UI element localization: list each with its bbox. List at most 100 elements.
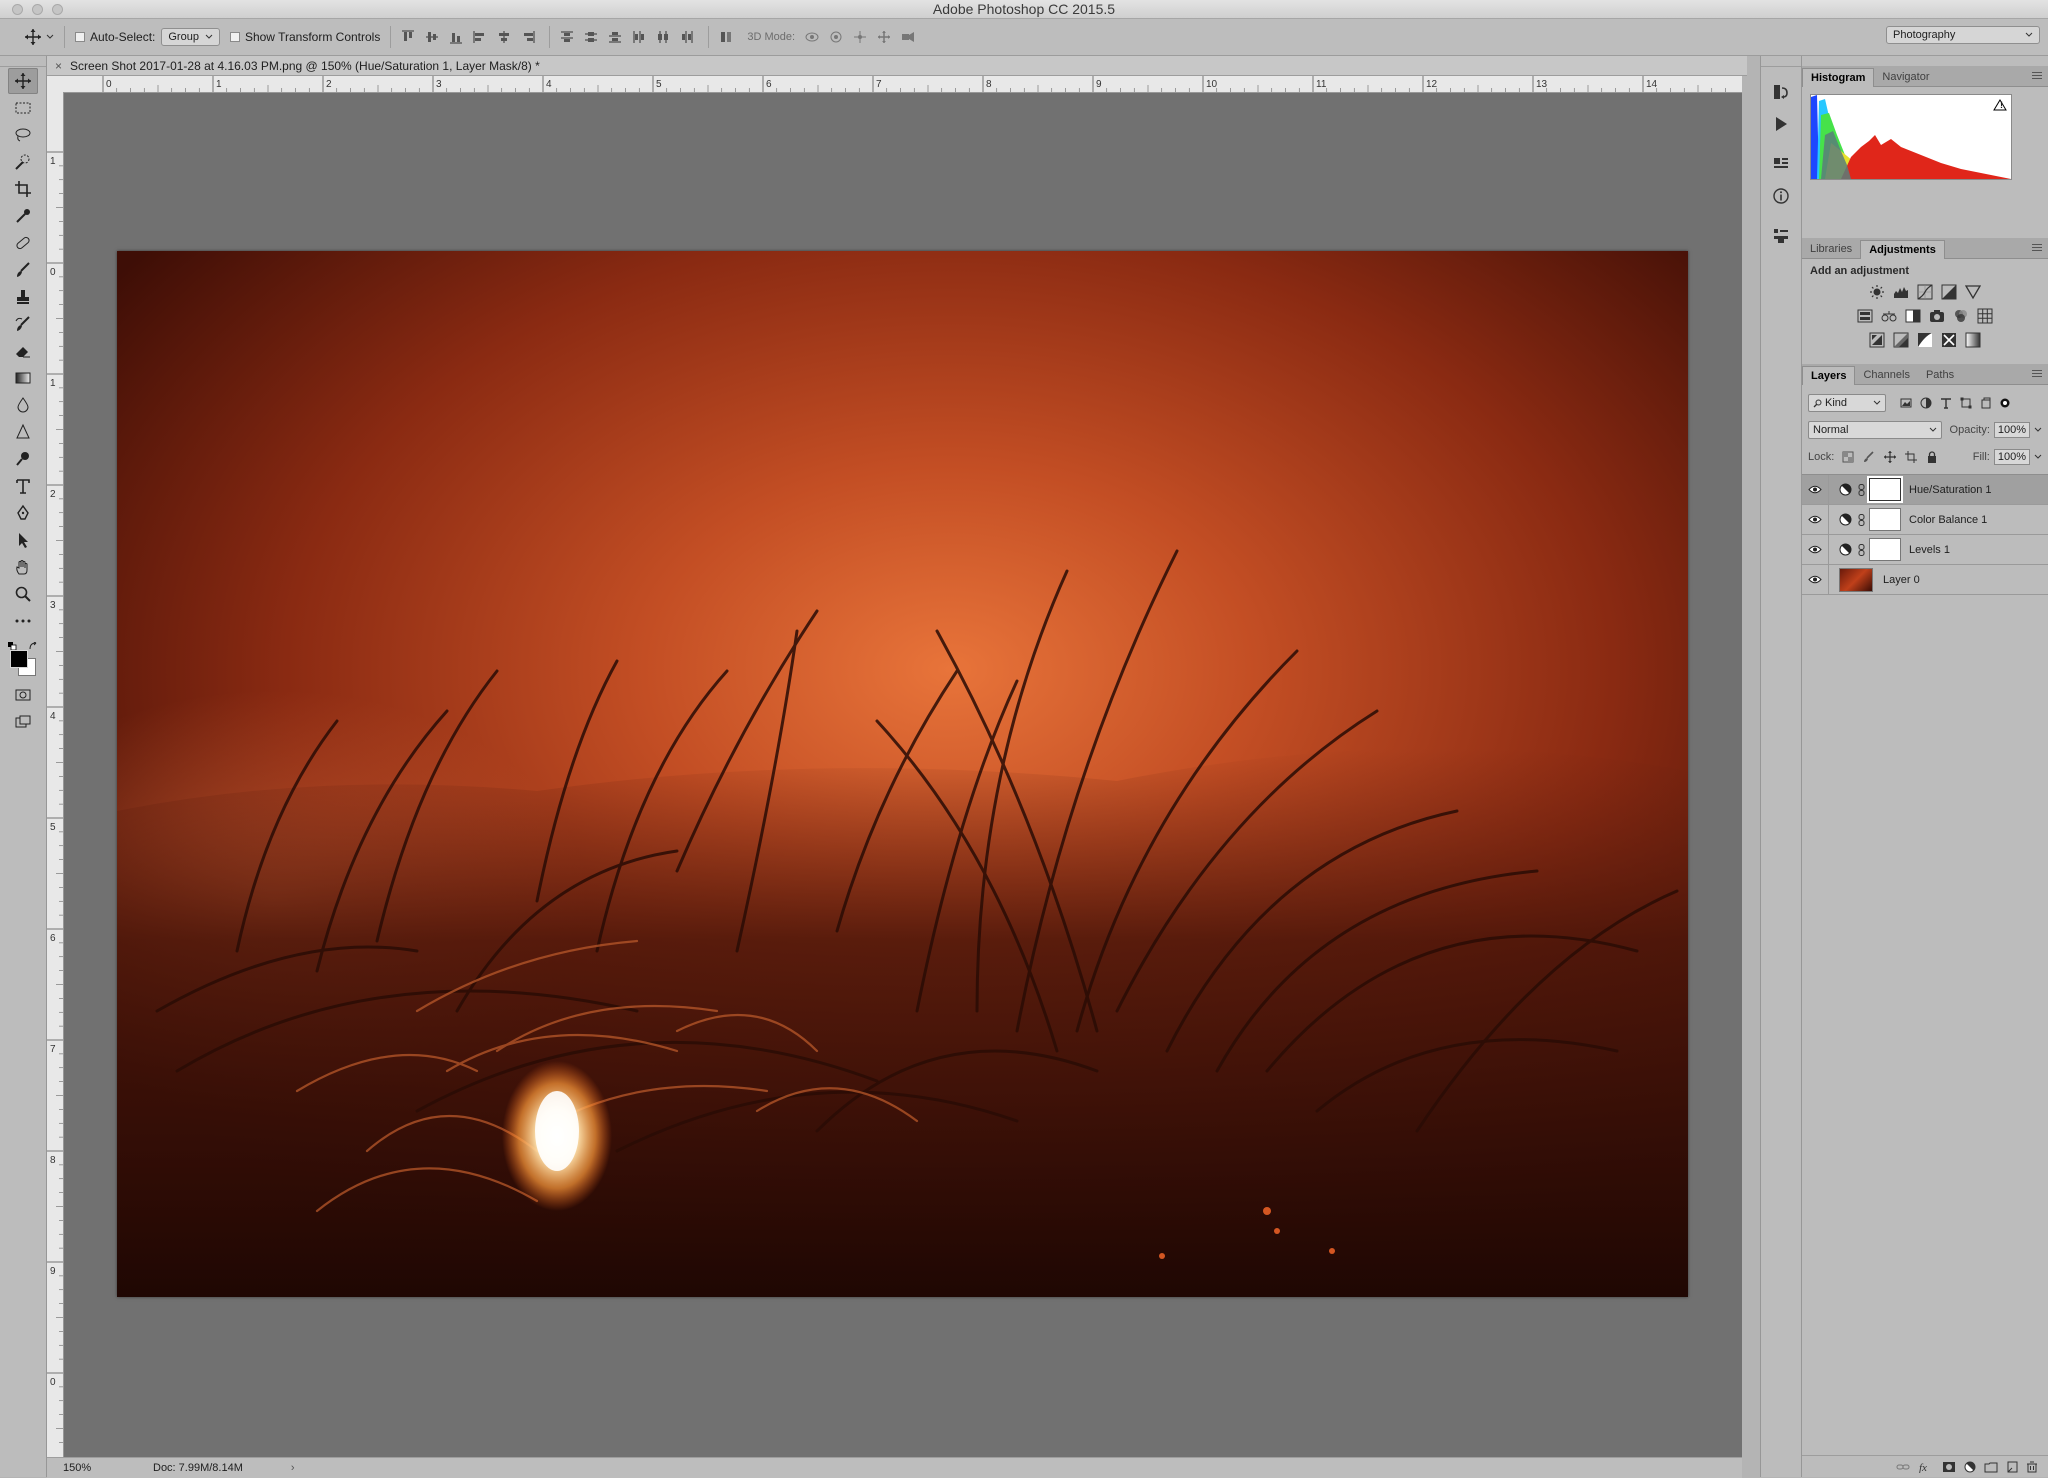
history-brush-tool-button[interactable] <box>8 311 38 337</box>
panel-menu-icon[interactable] <box>2032 370 2042 378</box>
visibility-toggle[interactable] <box>1802 505 1829 534</box>
fill-input[interactable]: 100% <box>1993 449 2030 465</box>
3d-orbit-icon[interactable] <box>801 26 823 48</box>
type-layer-filter-icon[interactable] <box>1940 397 1952 409</box>
blur-tool-button[interactable] <box>8 392 38 418</box>
brightness-contrast-icon[interactable] <box>1868 283 1886 301</box>
distribute-left-icon[interactable] <box>628 26 650 48</box>
layer-name[interactable]: Hue/Saturation 1 <box>1909 484 1992 496</box>
swap-colors-icon[interactable] <box>29 642 38 651</box>
history-panel-button[interactable] <box>1767 79 1795 105</box>
adjustment-thumbnail[interactable] <box>1835 543 1855 556</box>
3d-roll-icon[interactable] <box>825 26 847 48</box>
align-left-edges-icon[interactable] <box>469 26 491 48</box>
zoom-level[interactable]: 150% <box>63 1462 133 1474</box>
layer-row-layer-0[interactable]: Layer 0 <box>1802 565 2048 595</box>
zoom-tool-button[interactable] <box>8 581 38 607</box>
visibility-toggle[interactable] <box>1802 475 1829 504</box>
tab-navigator[interactable]: Navigator <box>1874 68 1937 86</box>
layer-row-levels[interactable]: Levels 1 <box>1802 535 2048 565</box>
type-tool-button[interactable] <box>8 473 38 499</box>
tab-adjustments[interactable]: Adjustments <box>1860 240 1945 259</box>
vibrance-icon[interactable] <box>1964 283 1982 301</box>
tab-channels[interactable]: Channels <box>1855 366 1917 384</box>
shape-layer-filter-icon[interactable] <box>1960 397 1972 409</box>
layer-name[interactable]: Layer 0 <box>1883 574 1920 586</box>
3d-pan-icon[interactable] <box>849 26 871 48</box>
fx-icon[interactable]: fx <box>1918 1461 1934 1473</box>
tool-preset-picker[interactable] <box>24 28 54 46</box>
align-right-edges-icon[interactable] <box>517 26 539 48</box>
spot-healing-tool-button[interactable] <box>8 230 38 256</box>
hand-tool-button[interactable] <box>8 554 38 580</box>
curves-icon[interactable] <box>1916 283 1934 301</box>
selective-color-icon[interactable] <box>1940 331 1958 349</box>
lock-transparent-pixels-icon[interactable] <box>1842 451 1854 463</box>
black-white-icon[interactable] <box>1904 307 1922 325</box>
lasso-tool-button[interactable] <box>8 122 38 148</box>
chevron-down-icon[interactable] <box>2034 427 2042 433</box>
clone-stamp-tool-button[interactable] <box>8 284 38 310</box>
distribute-bottom-icon[interactable] <box>604 26 626 48</box>
move-tool-button[interactable] <box>8 68 38 94</box>
gradient-map-icon[interactable] <box>1964 331 1982 349</box>
tab-histogram[interactable]: Histogram <box>1802 68 1875 87</box>
brush-tool-button[interactable] <box>8 257 38 283</box>
adjustment-thumbnail[interactable] <box>1835 483 1855 496</box>
layer-mask-thumbnail[interactable] <box>1867 476 1903 503</box>
lock-image-pixels-icon[interactable] <box>1863 451 1875 463</box>
color-lookup-icon[interactable] <box>1976 307 1994 325</box>
link-layers-icon[interactable] <box>1896 1462 1910 1472</box>
align-vertical-centers-icon[interactable] <box>421 26 443 48</box>
default-colors-icon[interactable] <box>8 642 18 650</box>
levels-icon[interactable] <box>1892 283 1910 301</box>
trash-icon[interactable] <box>2026 1461 2038 1473</box>
auto-select-checkbox[interactable]: Auto-Select: <box>75 30 155 44</box>
eyedropper-tool-button[interactable] <box>8 203 38 229</box>
lock-all-icon[interactable] <box>1926 451 1938 463</box>
auto-select-dropdown[interactable]: Group <box>161 28 220 46</box>
panel-menu-icon[interactable] <box>2032 244 2042 252</box>
opacity-input[interactable]: 100% <box>1993 422 2031 438</box>
vertical-ruler[interactable]: 1 0 1 2 3 4 5 6 7 8 9 0 <box>47 92 64 1457</box>
actions-panel-button[interactable] <box>1767 111 1795 137</box>
layer-image-thumbnail[interactable] <box>1839 567 1873 592</box>
tab-layers[interactable]: Layers <box>1802 366 1856 385</box>
gradient-tool-button[interactable] <box>8 365 38 391</box>
document-tab[interactable]: × Screen Shot 2017-01-28 at 4.16.03 PM.p… <box>47 56 1747 76</box>
mask-link[interactable] <box>1855 543 1867 556</box>
align-bottom-edges-icon[interactable] <box>445 26 467 48</box>
layer-mask-thumbnail[interactable] <box>1869 508 1901 531</box>
panel-menu-icon[interactable] <box>2032 72 2042 80</box>
checkbox-box[interactable] <box>229 32 240 42</box>
status-menu-arrow[interactable]: › <box>291 1462 295 1474</box>
channel-mixer-icon[interactable] <box>1952 307 1970 325</box>
dodge-tool-button[interactable] <box>8 446 38 472</box>
distribute-right-icon[interactable] <box>676 26 698 48</box>
mask-link[interactable] <box>1855 483 1867 496</box>
3d-slide-icon[interactable] <box>873 26 895 48</box>
align-horizontal-centers-icon[interactable] <box>493 26 515 48</box>
layer-row-color-balance[interactable]: Color Balance 1 <box>1802 505 2048 535</box>
crop-tool-button[interactable] <box>8 176 38 202</box>
posterize-icon[interactable] <box>1892 331 1910 349</box>
distribute-vertical-centers-icon[interactable] <box>580 26 602 48</box>
clone-source-panel-button[interactable] <box>1767 223 1795 249</box>
visibility-toggle[interactable] <box>1802 565 1829 594</box>
visibility-toggle[interactable] <box>1802 535 1829 564</box>
pen-tool-button[interactable] <box>8 500 38 526</box>
sharpen-tool-button[interactable] <box>8 419 38 445</box>
new-adjustment-layer-icon[interactable] <box>1964 1461 1976 1473</box>
quick-selection-tool-button[interactable] <box>8 149 38 175</box>
dock-collapse-handle[interactable] <box>1761 56 1801 67</box>
workspace-switcher[interactable]: Photography <box>1886 26 2040 44</box>
distribute-horizontal-centers-icon[interactable] <box>652 26 674 48</box>
new-group-icon[interactable] <box>1984 1461 1998 1473</box>
filter-type-dropdown[interactable]: Kind <box>1808 394 1886 412</box>
edit-toolbar-button[interactable] <box>8 608 38 634</box>
smart-object-filter-icon[interactable] <box>1980 397 1992 409</box>
path-selection-tool-button[interactable] <box>8 527 38 553</box>
screen-mode-button[interactable] <box>8 709 38 735</box>
info-panel-button[interactable] <box>1767 183 1795 209</box>
distribute-top-icon[interactable] <box>556 26 578 48</box>
